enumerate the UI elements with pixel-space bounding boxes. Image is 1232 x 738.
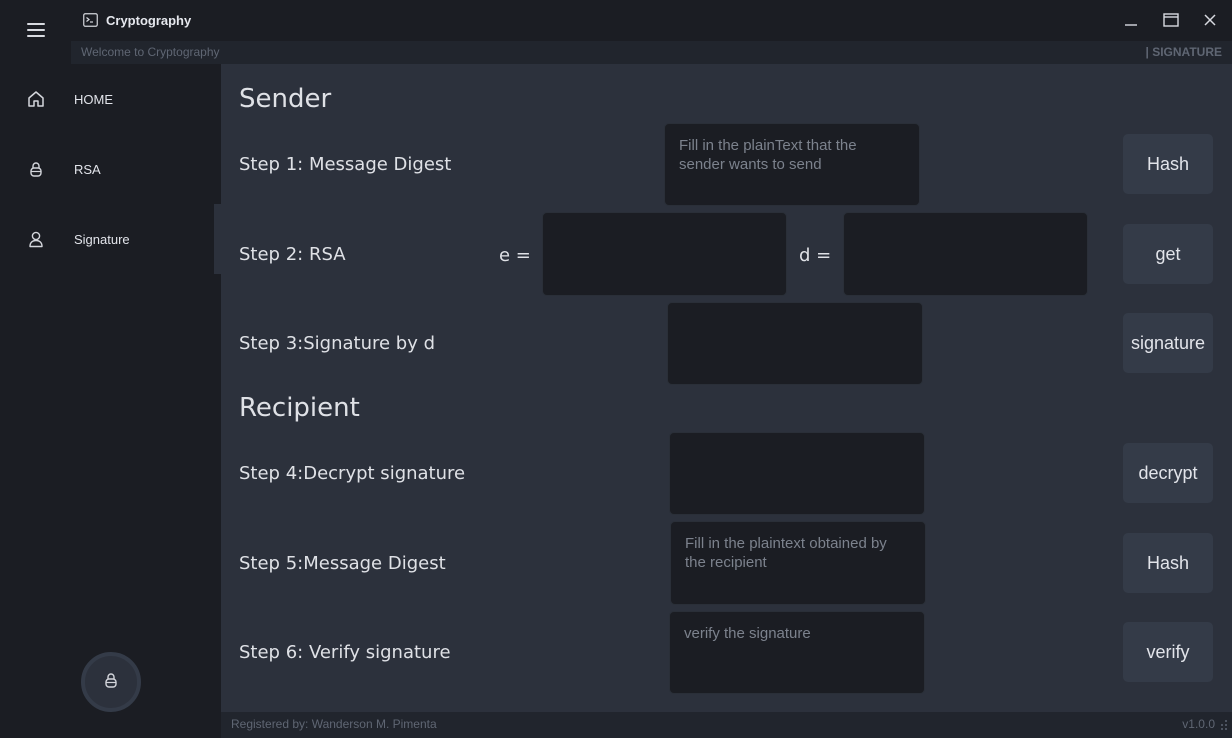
top-info-bar: Welcome to Cryptography | SIGNATURE [71,41,1232,64]
e-label: e = [499,245,531,266]
app-title: Cryptography [106,13,192,28]
minimize-button[interactable] [1118,8,1144,34]
lock-icon [26,159,46,179]
version-label: v1.0.0 [1182,717,1215,731]
credits-text: Registered by: Wanderson M. Pimenta [231,717,437,731]
home-icon [26,89,46,109]
step4-decrypt-output[interactable] [669,432,925,515]
menu-item-home[interactable]: HOME [0,64,221,134]
step1-hash-button[interactable]: Hash [1123,134,1213,194]
menu-item-label: RSA [74,161,101,177]
left-menu: HOME RSA Signature [0,0,221,738]
step3-label: Step 3:Signature by d [239,333,436,354]
avatar-button[interactable] [81,652,141,712]
welcome-text: Welcome to Cryptography [81,45,220,59]
step2-label: Step 2: RSA [239,244,346,265]
step5-plaintext-input[interactable]: Fill in the plaintext obtained by the re… [670,521,926,605]
menu-item-rsa[interactable]: RSA [0,134,221,204]
close-button[interactable] [1197,8,1223,34]
step5-label: Step 5:Message Digest [239,553,446,574]
active-indicator [214,204,221,274]
step6-label: Step 6: Verify signature [239,642,451,663]
step6-verify-output[interactable]: verify the signature [669,611,925,694]
step1-plaintext-input[interactable]: Fill in the plainText that the sender wa… [664,123,920,206]
step6-verify-button[interactable]: verify [1123,622,1213,682]
lock-icon [104,671,118,693]
d-label: d = [799,245,832,266]
step4-decrypt-button[interactable]: decrypt [1123,443,1213,503]
step1-label: Step 1: Message Digest [239,154,452,175]
step4-label: Step 4:Decrypt signature [239,463,466,484]
step3-signature-button[interactable]: signature [1123,313,1213,373]
close-icon [1203,12,1217,31]
title-bar[interactable]: Cryptography [71,0,1232,41]
terminal-icon [83,12,98,27]
status-bar: Registered by: Wanderson M. Pimenta v1.0… [221,712,1232,738]
content-area: Sender Step 1: Message Digest Fill in th… [221,64,1232,712]
recipient-heading: Recipient [239,393,360,423]
e-input[interactable] [542,212,787,296]
sender-heading: Sender [239,84,332,114]
menu-item-label: Signature [74,231,130,247]
resize-grip-icon[interactable] [1219,718,1229,732]
user-icon [26,229,46,249]
maximize-icon [1163,12,1179,31]
step2-get-button[interactable]: get [1123,224,1213,284]
menu-item-signature[interactable]: Signature [0,204,221,274]
menu-item-label: HOME [74,91,113,107]
minimize-icon [1124,12,1138,31]
step3-signature-output[interactable] [667,302,923,385]
maximize-button[interactable] [1158,8,1184,34]
d-input[interactable] [843,212,1088,296]
hamburger-icon [26,23,45,37]
current-page-label: | SIGNATURE [1145,45,1222,59]
menu-toggle-button[interactable] [0,0,71,60]
step5-hash-button[interactable]: Hash [1123,533,1213,593]
